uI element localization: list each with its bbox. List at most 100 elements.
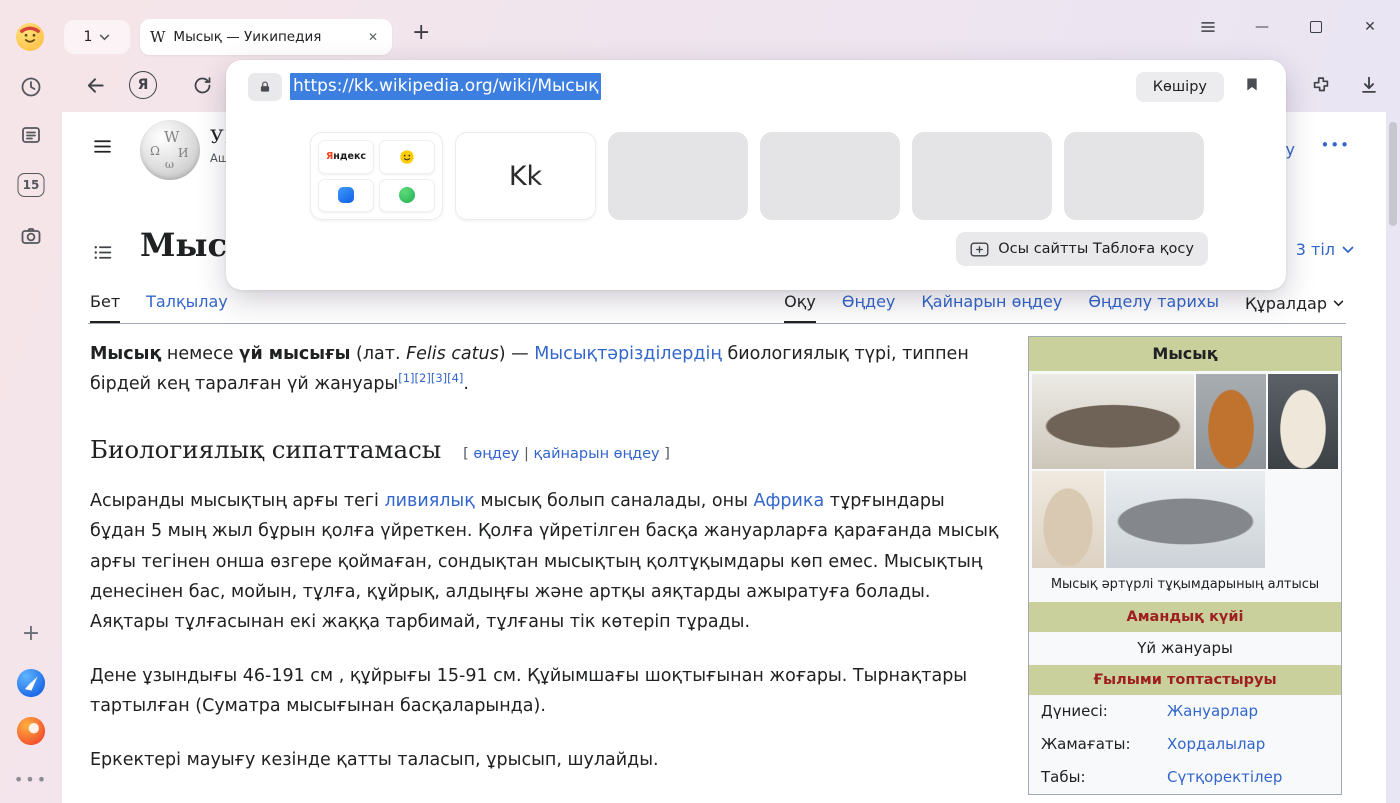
bracket: ] bbox=[664, 446, 670, 462]
article-tabs: Бет Талқылау Оқу Өңдеу Қайнарын өңдеу Өң… bbox=[90, 292, 1344, 323]
cat-image-ginger-sitting[interactable] bbox=[1196, 374, 1266, 469]
wiki-more-icon[interactable]: ••• bbox=[1320, 136, 1350, 154]
titlebar: 1 W Мысық — Уикипедия ✕ + — ✕ bbox=[62, 0, 1400, 56]
add-to-tablo-button[interactable]: Осы сайтты Таблоға қосу bbox=[956, 232, 1208, 266]
sidebar-more-icon[interactable]: ••• bbox=[14, 770, 48, 789]
tile-yandex-services[interactable]: Яндекс bbox=[310, 132, 443, 220]
tile-empty[interactable] bbox=[608, 132, 748, 220]
article-body: Мысық Мысық әртүрлі тұқымдарының алтысы … bbox=[90, 324, 1342, 803]
cat-image-striped-lying[interactable] bbox=[1032, 374, 1194, 469]
tab-counter-value: 1 bbox=[84, 29, 93, 45]
tab-read[interactable]: Оқу bbox=[784, 292, 816, 323]
add-to-tablo-label: Осы сайтты Таблоға қосу bbox=[998, 241, 1194, 257]
minimize-icon[interactable]: — bbox=[1248, 12, 1276, 42]
lock-icon[interactable] bbox=[248, 73, 282, 101]
tile-empty[interactable] bbox=[760, 132, 900, 220]
taxonomy-label: Табы: bbox=[1041, 767, 1167, 788]
tab-count-badge[interactable]: 15 bbox=[18, 173, 45, 197]
reload-icon[interactable] bbox=[187, 70, 217, 100]
yandex-browser-icon[interactable] bbox=[16, 668, 46, 698]
wiki-menu-icon[interactable] bbox=[92, 136, 113, 161]
tile-empty[interactable] bbox=[912, 132, 1052, 220]
tab-tools[interactable]: Құралдар bbox=[1245, 292, 1344, 323]
taxonomy-row: Жамағаты: Хордалылар bbox=[1029, 728, 1341, 761]
edit-source-link[interactable]: қайнарын өңдеу bbox=[533, 446, 659, 462]
smiley-service-icon[interactable] bbox=[379, 140, 435, 174]
language-selector[interactable]: 3 тіл bbox=[1296, 240, 1354, 259]
taxonomy-label: Дүниесі: bbox=[1041, 701, 1167, 722]
tab-tools-label: Құралдар bbox=[1245, 294, 1327, 313]
new-tab-button[interactable]: + bbox=[404, 18, 438, 47]
section-heading-text: Биологиялық сипаттамасы bbox=[90, 435, 441, 464]
page-scrollbar-thumb[interactable] bbox=[1389, 122, 1397, 226]
download-icon[interactable] bbox=[1354, 70, 1384, 100]
infobox-taxonomy-header: Ғылыми топтастыруы bbox=[1029, 665, 1341, 695]
close-icon[interactable]: ✕ bbox=[1356, 12, 1384, 42]
browser-menu-icon[interactable] bbox=[1194, 12, 1222, 42]
tablo-tiles: Яндекс Kk bbox=[310, 132, 1204, 220]
infobox-caption: Мысық әртүрлі тұқымдарының алтысы bbox=[1029, 571, 1341, 601]
infobox-title: Мысық bbox=[1029, 337, 1341, 371]
yandex-start-icon[interactable] bbox=[16, 716, 46, 746]
wikipedia-logo[interactable]: W Ω И ω bbox=[140, 120, 200, 180]
omnibox-panel: https://kk.wikipedia.org/wiki/Мысық Көші… bbox=[226, 60, 1286, 290]
sidebar-add-icon[interactable]: + bbox=[22, 621, 40, 646]
tile-empty[interactable] bbox=[1064, 132, 1204, 220]
wikipedia-favicon: W bbox=[150, 28, 165, 46]
edit-link[interactable]: өңдеу bbox=[473, 446, 519, 462]
extensions-icon[interactable] bbox=[1306, 70, 1336, 100]
chevron-down-icon bbox=[1342, 246, 1354, 254]
address-bar-url[interactable]: https://kk.wikipedia.org/wiki/Мысық bbox=[290, 73, 601, 100]
profile-avatar[interactable] bbox=[16, 23, 44, 51]
tab-close-icon[interactable]: ✕ bbox=[364, 28, 382, 46]
taxonomy-row: Дүниесі: Жануарлар bbox=[1029, 695, 1341, 728]
blue-app-logo bbox=[338, 187, 354, 203]
history-icon[interactable] bbox=[19, 75, 43, 99]
cat-image-siamese[interactable] bbox=[1032, 471, 1104, 568]
green-service-icon[interactable] bbox=[379, 179, 435, 213]
tab-title: Мысық — Уикипедия bbox=[173, 29, 356, 45]
blue-service-icon[interactable] bbox=[318, 179, 374, 213]
tab-history[interactable]: Өңделу тарихы bbox=[1088, 292, 1219, 323]
tab-count-value: 15 bbox=[18, 173, 45, 197]
tab-edit[interactable]: Өңдеу bbox=[842, 292, 896, 323]
tab-counter-button[interactable]: 1 bbox=[64, 20, 130, 54]
browser-tab-active[interactable]: W Мысық — Уикипедия ✕ bbox=[140, 19, 392, 55]
contents-list-icon[interactable] bbox=[92, 242, 113, 267]
chevron-down-icon bbox=[1333, 300, 1344, 307]
browser-sidebar: 15 + ••• bbox=[0, 0, 62, 803]
back-icon[interactable] bbox=[80, 70, 110, 100]
taxonomy-link[interactable]: Сүтқоректілер bbox=[1167, 767, 1282, 788]
maximize-icon[interactable] bbox=[1302, 12, 1330, 42]
taxonomy-link[interactable]: Жануарлар bbox=[1167, 701, 1258, 722]
bookmark-icon[interactable] bbox=[1244, 75, 1260, 98]
yandex-wordmark: Яндекс bbox=[326, 151, 366, 162]
cat-image-white-ginger[interactable] bbox=[1268, 374, 1338, 469]
taxonomy-label: Жамағаты: bbox=[1041, 734, 1167, 755]
screenshot-icon[interactable] bbox=[19, 224, 43, 248]
chevron-down-icon bbox=[99, 34, 110, 41]
language-label: 3 тіл bbox=[1296, 240, 1335, 259]
infobox-status-value: Үй жануары bbox=[1029, 632, 1341, 665]
feed-icon[interactable] bbox=[19, 123, 43, 147]
infobox-status-header: Амандық күйі bbox=[1029, 602, 1341, 632]
taxonomy-link[interactable]: Хордалылар bbox=[1167, 734, 1265, 755]
green-app-logo bbox=[399, 187, 415, 203]
taxonomy-row: Табы: Сүтқоректілер bbox=[1029, 761, 1341, 794]
cat-image-gray-face[interactable] bbox=[1267, 471, 1338, 568]
bracket: [ bbox=[463, 446, 469, 462]
add-tile-icon bbox=[970, 242, 989, 257]
copy-url-button[interactable]: Көшіру bbox=[1136, 72, 1224, 102]
tab-talk[interactable]: Талқылау bbox=[146, 292, 228, 323]
tile-kk-wikipedia[interactable]: Kk bbox=[455, 132, 596, 220]
yandex-logo-icon[interactable]: Я bbox=[128, 70, 158, 100]
infobox: Мысық Мысық әртүрлі тұқымдарының алтысы … bbox=[1028, 336, 1342, 795]
separator: | bbox=[524, 446, 529, 462]
tab-page[interactable]: Бет bbox=[90, 292, 120, 323]
yandex-service-icon[interactable]: Яндекс bbox=[318, 140, 374, 174]
tab-edit-source[interactable]: Қайнарын өңдеу bbox=[921, 292, 1062, 323]
infobox-image-grid bbox=[1029, 371, 1341, 571]
window-controls: — ✕ bbox=[1194, 12, 1384, 42]
cat-image-tabby-walking[interactable] bbox=[1106, 471, 1265, 568]
section-edit-links: [ өңдеу | қайнарын өңдеу ] bbox=[463, 446, 670, 462]
